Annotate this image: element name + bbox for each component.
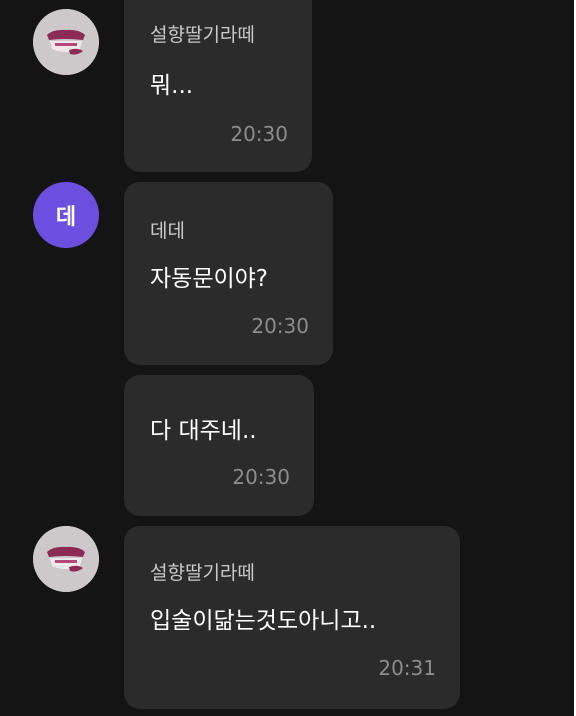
message-time: 20:30 (232, 465, 290, 489)
avatar[interactable]: 데 (33, 182, 99, 248)
chat-view: 설향딸기라떼 뭐... 20:30 데 데데 자동문이야? 20:30 다 대주… (0, 0, 576, 716)
message-text: 다 대주네.. (150, 418, 257, 444)
message-text: 뭐... (150, 73, 194, 99)
message-time: 20:30 (251, 314, 309, 338)
message-bubble[interactable]: 다 대주네.. 20:30 (124, 375, 314, 516)
message-bubble[interactable]: 설향딸기라떼 입술이닮는것도아니고.. 20:31 (124, 526, 460, 709)
message-bubble[interactable]: 설향딸기라떼 뭐... 20:30 (124, 0, 312, 172)
sender-name: 설향딸기라떼 (150, 562, 255, 584)
sender-name: 설향딸기라떼 (150, 24, 255, 46)
message-text: 입술이닮는것도아니고.. (150, 608, 377, 634)
message-time: 20:31 (378, 656, 436, 680)
avatar[interactable] (33, 9, 99, 75)
message-text: 자동문이야? (150, 266, 269, 292)
message-time: 20:30 (230, 122, 288, 146)
strawberry-logo-icon (33, 9, 99, 75)
avatar[interactable] (33, 526, 99, 592)
avatar-initial: 데 (55, 205, 77, 230)
message-bubble[interactable]: 데데 자동문이야? 20:30 (124, 182, 333, 365)
strawberry-logo-icon (33, 526, 99, 592)
sender-name: 데데 (150, 220, 185, 242)
